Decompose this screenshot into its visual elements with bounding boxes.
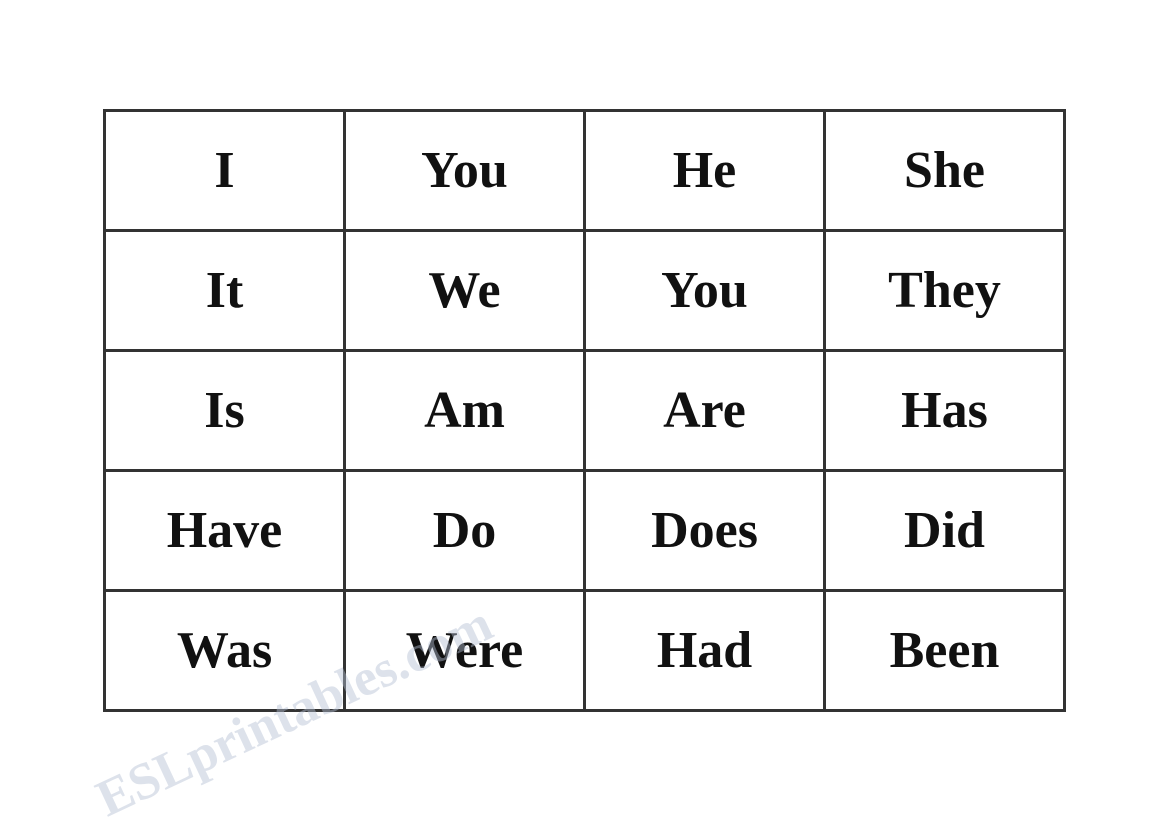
table-cell: You: [585, 231, 825, 351]
table-cell: We: [345, 231, 585, 351]
page-container: IYouHeSheItWeYouTheyIsAmAreHasHaveDoDoes…: [0, 0, 1169, 821]
table-cell: Was: [105, 591, 345, 711]
table-cell: Were: [345, 591, 585, 711]
table-cell: She: [825, 111, 1065, 231]
table-cell: Did: [825, 471, 1065, 591]
table-row: WasWereHadBeen: [105, 591, 1065, 711]
table-cell: Does: [585, 471, 825, 591]
table-cell: Is: [105, 351, 345, 471]
table-cell: Have: [105, 471, 345, 591]
table-cell: He: [585, 111, 825, 231]
table-cell: It: [105, 231, 345, 351]
table-row: IYouHeShe: [105, 111, 1065, 231]
table-row: HaveDoDoesDid: [105, 471, 1065, 591]
table-row: IsAmAreHas: [105, 351, 1065, 471]
table-cell: I: [105, 111, 345, 231]
table-cell: Am: [345, 351, 585, 471]
table-cell: Had: [585, 591, 825, 711]
table-cell: Are: [585, 351, 825, 471]
table-row: ItWeYouThey: [105, 231, 1065, 351]
table-cell: They: [825, 231, 1065, 351]
table-cell: Do: [345, 471, 585, 591]
table-cell: Has: [825, 351, 1065, 471]
table-cell: You: [345, 111, 585, 231]
table-cell: Been: [825, 591, 1065, 711]
word-grid: IYouHeSheItWeYouTheyIsAmAreHasHaveDoDoes…: [103, 109, 1066, 712]
